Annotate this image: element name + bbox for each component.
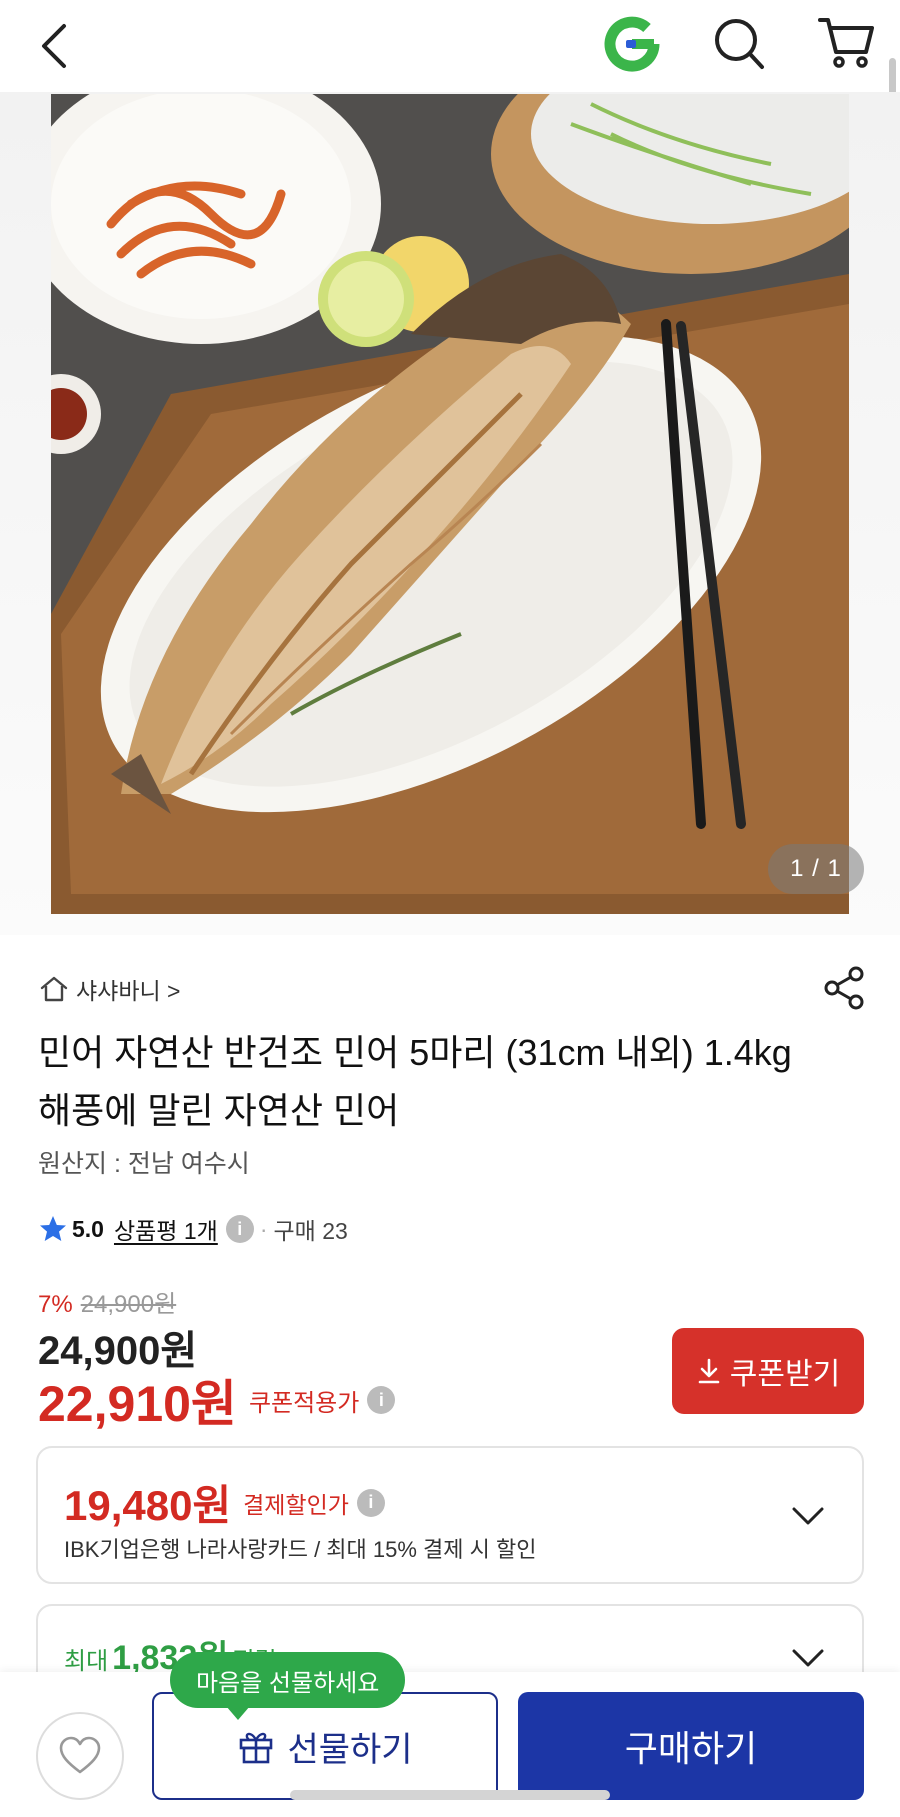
product-origin: 원산지 : 전남 여수시 xyxy=(38,1150,250,1178)
card-discount-amount: 19,480원 xyxy=(64,1482,232,1529)
cart-icon[interactable] xyxy=(816,12,876,72)
product-image-carousel[interactable]: 1 / 1 xyxy=(0,92,900,935)
rating-score: 5.0 xyxy=(72,1215,104,1242)
points-prefix: 최대 xyxy=(64,1648,109,1675)
chevron-down-icon[interactable] xyxy=(790,1504,826,1528)
home-indicator xyxy=(290,1790,610,1800)
share-icon[interactable] xyxy=(822,964,866,1012)
info-icon[interactable]: i xyxy=(367,1386,396,1414)
g-logo-icon[interactable] xyxy=(602,14,662,74)
product-image xyxy=(51,94,849,914)
back-icon[interactable] xyxy=(36,18,76,74)
coupon-button-label: 쿠폰받기 xyxy=(729,1358,841,1391)
gift-tooltip: 마음을 선물하세요 xyxy=(170,1652,406,1720)
coupon-price: 22,910원 xyxy=(38,1376,237,1432)
download-icon xyxy=(698,1358,720,1384)
coupon-price-label: 쿠폰적용가 xyxy=(248,1389,360,1417)
heart-icon xyxy=(59,1736,101,1774)
info-icon[interactable]: i xyxy=(356,1488,385,1517)
chevron-down-icon[interactable] xyxy=(790,1646,826,1670)
purchase-count: 구매 23 xyxy=(273,1218,348,1244)
coupon-price-row: 22,910원 쿠폰적용가 i xyxy=(38,1364,396,1436)
discount-row: 7% 24,900원 xyxy=(38,1284,176,1319)
original-price: 24,900원 xyxy=(80,1291,177,1318)
card-discount-box[interactable]: 19,480원 결제할인가 i IBK기업은행 나라사랑카드 / 최대 15% … xyxy=(36,1446,864,1584)
top-app-bar xyxy=(0,0,900,176)
star-icon xyxy=(40,1216,66,1241)
gift-icon xyxy=(240,1732,273,1764)
review-count-link[interactable]: 상품평 1개 xyxy=(114,1212,218,1246)
store-name: 샤샤바니 > xyxy=(76,978,181,1004)
discount-percent: 7% xyxy=(38,1291,73,1318)
coupon-download-button[interactable]: 쿠폰받기 xyxy=(672,1328,864,1414)
search-icon[interactable] xyxy=(712,14,768,74)
buy-button[interactable]: 구매하기 xyxy=(518,1692,864,1800)
info-icon[interactable]: i xyxy=(225,1215,254,1243)
store-link[interactable]: 샤샤바니 > xyxy=(38,972,180,1006)
product-title: 민어 자연산 반건조 민어 5마리 (31cm 내외) 1.4kg 해풍에 말린… xyxy=(38,1032,792,1131)
home-icon xyxy=(40,976,68,1002)
wishlist-button[interactable] xyxy=(36,1712,124,1800)
card-discount-description: IBK기업은행 나라사랑카드 / 최대 15% 결제 시 할인 xyxy=(64,1537,537,1562)
card-discount-price-row: 19,480원 결제할인가 i xyxy=(64,1472,385,1533)
buy-button-label: 구매하기 xyxy=(624,1728,758,1769)
card-discount-label: 결제할인가 xyxy=(243,1491,349,1518)
image-counter: 1 / 1 xyxy=(768,844,864,894)
gift-button-label: 선물하기 xyxy=(287,1730,413,1769)
separator: · xyxy=(259,1215,268,1242)
gift-button[interactable]: 선물하기 xyxy=(152,1692,498,1800)
rating-row: 5.0 상품평 1개 i · 구매 23 xyxy=(38,1212,348,1246)
